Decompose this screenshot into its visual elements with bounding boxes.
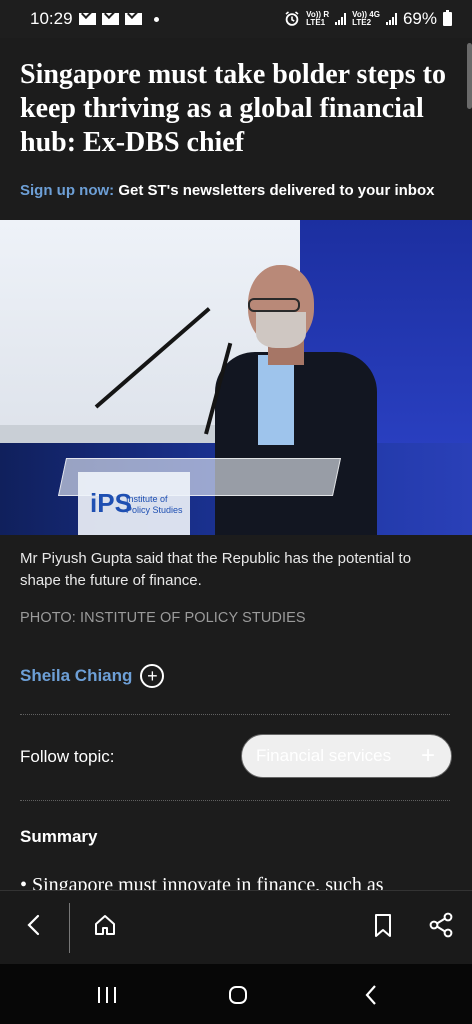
summary-heading: Summary: [20, 827, 98, 846]
scrollbar-thumb[interactable]: [467, 43, 472, 109]
author-link[interactable]: Sheila Chiang: [20, 666, 132, 686]
summary-bullet: • Singapore must innovate in finance, su…: [20, 874, 384, 890]
status-left: 10:29: [30, 9, 159, 29]
home-icon[interactable]: [88, 908, 122, 942]
gmail-icon: [101, 13, 119, 25]
newsletter-signup-link[interactable]: Sign up now: Get ST's newsletters delive…: [20, 182, 434, 199]
bookmark-icon[interactable]: [366, 908, 400, 942]
author-row: Sheila Chiang +: [20, 664, 165, 688]
speaker-shirt: [258, 355, 294, 445]
podium-logo: iPS: [90, 488, 132, 518]
android-back-icon[interactable]: [358, 983, 384, 1007]
battery-icon: [443, 10, 452, 26]
back-icon[interactable]: [17, 908, 51, 942]
signup-text: Get ST's newsletters delivered to your i…: [114, 182, 435, 199]
gmail-icon: [124, 13, 142, 25]
notification-dot: [153, 16, 159, 22]
android-home-icon[interactable]: [225, 983, 251, 1007]
follow-author-plus-icon[interactable]: +: [140, 664, 165, 688]
signup-lead: Sign up now:: [20, 182, 115, 199]
sim2-sub: LTE2: [352, 18, 372, 27]
photo-caption: Mr Piyush Gupta said that the Republic h…: [20, 550, 412, 589]
speaker-jacket: [215, 352, 377, 535]
signal-icon: [335, 13, 347, 25]
follow-topic-button[interactable]: Financial services +: [241, 734, 452, 778]
recent-apps-icon[interactable]: [94, 983, 120, 1007]
podium-label: Institute of Policy Studies: [126, 494, 183, 515]
sim1-indicator: Vo)) R LTE1: [306, 11, 329, 27]
status-bar: 10:29 Vo)) R LTE1 Vo)) 4G LTE2 69%: [0, 0, 472, 38]
plus-icon: +: [420, 742, 435, 769]
signal-icon: [385, 13, 397, 25]
topic-label: Financial services: [256, 746, 392, 765]
gmail-icon: [78, 13, 96, 25]
article-headline: Singapore must take bolder steps to keep…: [20, 59, 447, 158]
article-toolbar: [0, 890, 472, 964]
sim2-indicator: Vo)) 4G LTE2: [352, 11, 380, 27]
status-right: Vo)) R LTE1 Vo)) 4G LTE2 69%: [284, 9, 452, 29]
android-navigation-bar: [0, 964, 472, 1024]
divider: [20, 800, 450, 801]
sim1-sub: LTE1: [306, 18, 326, 27]
toolbar-separator: [69, 903, 70, 953]
battery-percent: 69%: [402, 9, 437, 28]
speaker-glasses: [248, 298, 300, 312]
photo-credit: PHOTO: INSTITUTE OF POLICY STUDIES: [20, 610, 306, 626]
clock: 10:29: [30, 9, 73, 28]
alarm-icon: [285, 11, 299, 26]
divider: [20, 714, 450, 715]
article-photo[interactable]: iPS Institute of Policy Studies: [0, 220, 472, 535]
speaker-beard: [256, 312, 306, 348]
article-view[interactable]: Singapore must take bolder steps to keep…: [0, 38, 472, 890]
follow-topic-label: Follow topic:: [20, 747, 115, 766]
share-icon[interactable]: [424, 908, 458, 942]
